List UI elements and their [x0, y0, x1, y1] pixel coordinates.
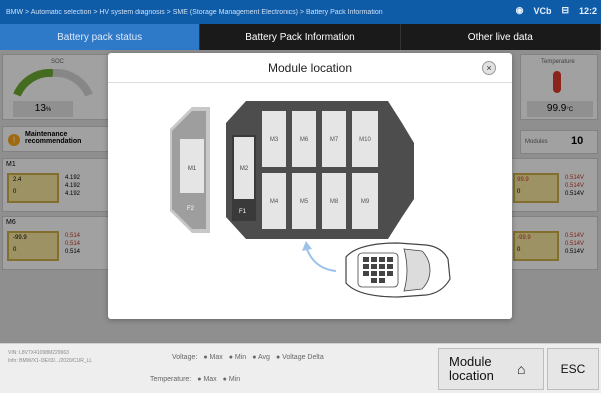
- car-icon: [345, 242, 451, 298]
- status-icons: ◉ VCb ⊟ 12:2: [516, 5, 597, 16]
- breadcrumb-bar: BMW > Automatic selection > HV system di…: [0, 0, 601, 24]
- module-m8-label: M8: [330, 199, 339, 205]
- voltage-min-option[interactable]: ● Min: [229, 354, 246, 361]
- breadcrumb: BMW > Automatic selection > HV system di…: [6, 8, 383, 16]
- tab-battery-pack-information[interactable]: Battery Pack Information: [200, 24, 401, 50]
- battery-location-icon: ⌂: [517, 361, 526, 377]
- voltage-max-option[interactable]: ● Max: [203, 354, 222, 361]
- modal-header: Module location ×: [108, 53, 512, 83]
- vci-icon: VCb: [533, 5, 552, 16]
- globe-icon: ◉: [515, 5, 524, 15]
- esc-button[interactable]: ESC: [547, 348, 599, 390]
- module-location-modal: Module location × M1 F2 M2 F1 M3 M6 M7 M…: [108, 53, 512, 319]
- fuse-f1-label: F1: [239, 209, 247, 215]
- temp-min-option[interactable]: ● Min: [223, 376, 240, 383]
- battery-icon: ⊟: [561, 5, 569, 15]
- module-location-label: Module location: [449, 354, 494, 383]
- module-m7-label: M7: [330, 137, 339, 143]
- voltage-avg-option[interactable]: ● Avg: [252, 354, 270, 361]
- voltage-delta-option[interactable]: ● Voltage Delta: [276, 354, 324, 361]
- tab-battery-pack-status[interactable]: Battery pack status: [0, 24, 201, 50]
- fuse-f2-label: F2: [187, 206, 195, 212]
- module-m5-label: M5: [300, 199, 309, 205]
- info-text: Info: BMW/X1-I3E/I3/.../2020/CUR_LL: [8, 358, 93, 364]
- module-m6-label: M6: [300, 137, 309, 143]
- vin-text: VIN: L8V7X41098M229963: [8, 350, 69, 356]
- module-m10-label: M10: [359, 137, 371, 143]
- temp-max-option[interactable]: ● Max: [197, 376, 216, 383]
- tab-other-live-data[interactable]: Other live data: [401, 24, 601, 50]
- module-m2-label: M2: [240, 166, 249, 172]
- module-location-button[interactable]: Module location ⌂: [438, 348, 544, 390]
- module-m3-label: M3: [270, 137, 279, 143]
- battery-layout-diagram: M1 F2 M2 F1 M3 M6 M7 M10 M4 M5 M8 M9: [170, 101, 451, 298]
- temperature-legend: Temperature: ● Max ● Min: [150, 376, 241, 383]
- module-m1-label: M1: [188, 166, 197, 172]
- close-icon[interactable]: ×: [482, 61, 496, 75]
- clock-time: 12:2: [578, 5, 597, 16]
- module-m9-label: M9: [361, 199, 370, 205]
- modal-title: Module location: [267, 60, 353, 75]
- voltage-legend: Voltage: ● Max ● Min ● Avg ● Voltage Del…: [172, 354, 324, 361]
- module-m4-label: M4: [270, 199, 279, 205]
- tab-bar: Battery pack status Battery Pack Informa…: [0, 24, 601, 50]
